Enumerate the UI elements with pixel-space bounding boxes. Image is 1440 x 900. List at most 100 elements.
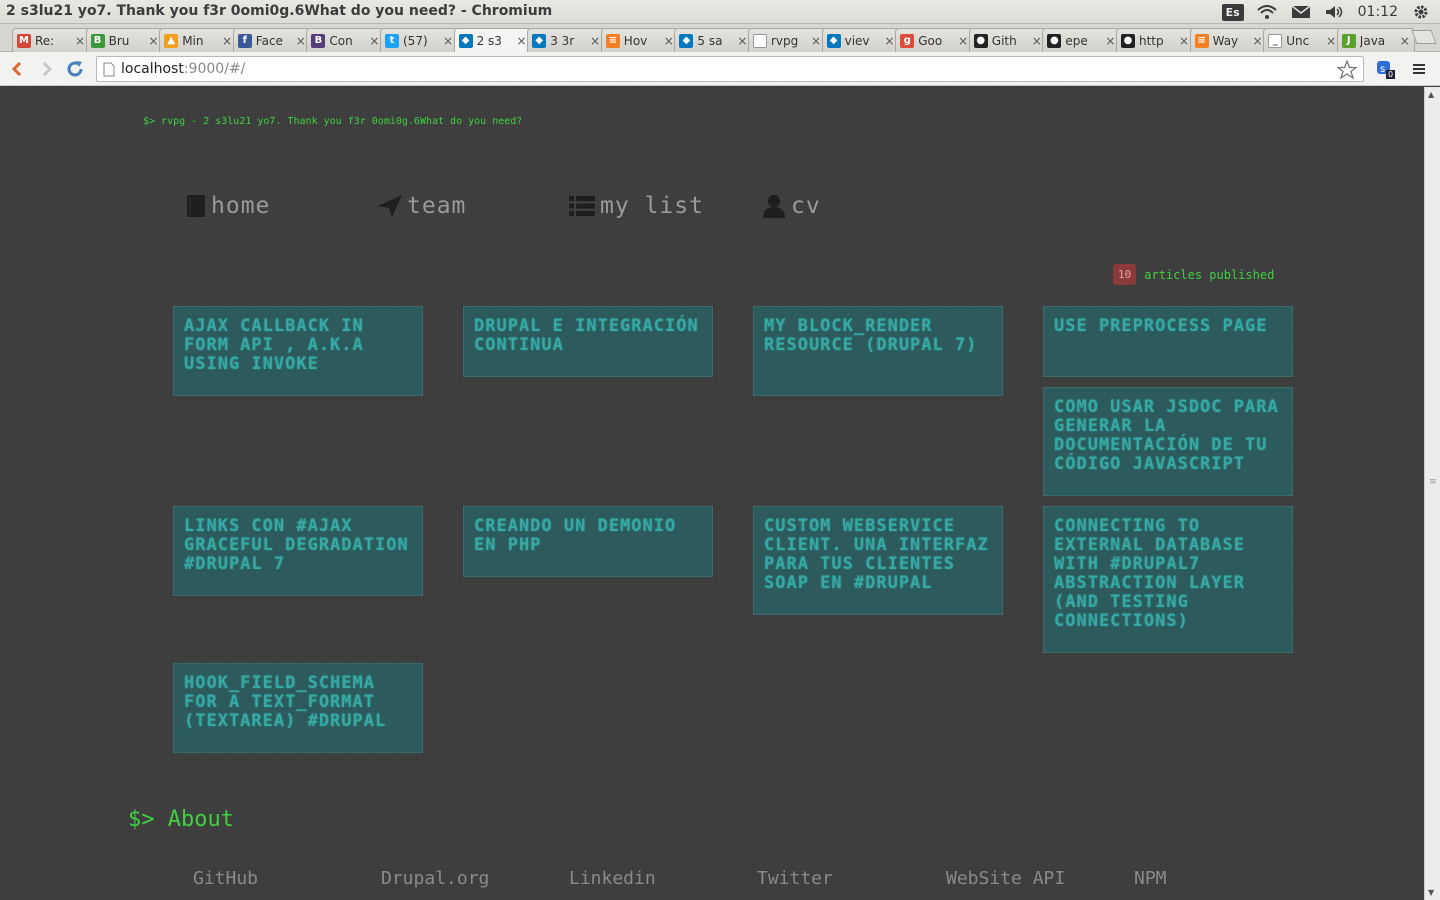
tab-strip: M Re: × B Bru × ▲ Min × f Face × B Con × t (57) × ◆ 2 s3 × ◆ 3… [0,24,1440,52]
browser-tab[interactable]: g Goo × [895,28,974,52]
article-card[interactable]: Drupal e integración continua [463,306,713,377]
browser-tab[interactable]: B Con × [306,28,385,52]
book-icon [187,195,205,217]
bookmark-star-icon[interactable] [1337,60,1357,80]
gmail-icon: M [17,33,31,48]
bootstrap-icon: B [311,33,326,48]
tab-close-icon[interactable]: × [75,34,85,48]
tab-title: epe [1065,33,1088,48]
footer-link-npm[interactable]: NPM [1134,868,1167,889]
user-icon [763,195,785,218]
tab-close-icon[interactable]: × [149,34,159,48]
browser-tab[interactable]: J Java × [1336,28,1415,52]
tab-title: Con [329,33,353,48]
url-text[interactable]: localhost:9000/#/ [121,61,245,77]
hamburger-menu-icon [1413,64,1425,74]
nav-home-link[interactable]: home [185,193,270,219]
footer-link-drupal[interactable]: Drupal.org [381,868,489,889]
tab-close-icon[interactable]: × [958,34,968,48]
tab-title: 5 sa [697,33,723,48]
browser-tab[interactable]: M Re: × [12,28,90,52]
browser-tab[interactable]: ● epe × [1042,28,1121,52]
wifi-icon[interactable] [1256,4,1278,20]
browser-tab[interactable]: t (57) × [380,28,458,52]
tab-close-icon[interactable]: × [369,34,379,48]
tab-close-icon[interactable]: × [885,34,895,48]
github-icon: ● [1047,33,1062,48]
tab-close-icon[interactable]: × [1032,34,1042,48]
article-title: Connecting to external database with #Dr… [1054,516,1245,631]
svg-text:s: s [1380,64,1385,75]
browser-tab[interactable]: ▲ Min × [159,28,238,52]
nav-my-list-link[interactable]: my list [568,193,704,219]
article-card[interactable]: Links con #ajax graceful degradation #dr… [173,506,423,596]
article-title: Custom webservice client. Una interfaz p… [764,516,989,593]
drupal-icon: ◆ [458,33,473,48]
tab-title: Unc [1286,33,1310,48]
tab-close-icon[interactable]: × [737,34,747,48]
browser-tab[interactable]: ◆ 3 3r × [527,28,606,52]
tab-close-icon[interactable]: × [664,34,674,48]
scroll-up-arrow-icon[interactable]: ▲ [1428,90,1434,99]
tab-close-icon[interactable]: × [443,34,453,48]
chrome-menu-button[interactable] [1408,58,1430,80]
reload-button[interactable] [64,58,86,80]
browser-tab[interactable]: ● Gith × [968,28,1047,52]
nav-cv-link[interactable]: cv [761,193,821,219]
forward-button[interactable] [36,58,58,80]
footer-link-website-api[interactable]: WebSite API [946,868,1065,889]
article-card[interactable]: Custom webservice client. Una interfaz p… [753,506,1003,615]
browser-tab[interactable]: ◆ 2 s3 × [453,28,532,52]
address-bar[interactable]: localhost:9000/#/ [96,56,1364,82]
tab-close-icon[interactable]: × [811,34,821,48]
github-icon: ● [1121,33,1135,48]
article-card[interactable]: My block_render resource (Drupal 7) [753,306,1003,396]
tab-close-icon[interactable]: × [1105,34,1115,48]
tab-close-icon[interactable]: × [1253,34,1263,48]
scroll-grip-icon[interactable]: ≡ [1429,477,1437,487]
footer-link-github[interactable]: GitHub [193,868,258,889]
article-card[interactable]: Creando un demonio en PHP [463,506,713,577]
settings-gear-icon[interactable] [1410,4,1432,20]
extension-button[interactable]: s 0 [1374,58,1396,80]
article-card[interactable]: Ajax callback in Form API , a.k.a using … [173,306,423,396]
article-card[interactable]: Connecting to external database with #Dr… [1043,506,1293,653]
article-card[interactable]: Use preprocess page [1043,306,1293,377]
browser-tab[interactable]: f Face × [232,28,311,52]
footer-link-twitter[interactable]: Twitter [757,868,833,889]
article-title: My block_render resource (Drupal 7) [764,316,978,355]
drupal-icon: ◆ [826,33,841,48]
volume-icon[interactable] [1324,4,1346,20]
article-title: Links con #ajax graceful degradation #dr… [184,516,409,574]
tab-close-icon[interactable]: × [1400,34,1410,48]
keyboard-layout-indicator[interactable]: Es [1221,3,1244,21]
article-title: Como usar JSDoc para generar la document… [1054,397,1279,474]
back-arrow-icon [11,61,22,77]
scroll-down-arrow-icon[interactable]: ▼ [1428,888,1434,897]
browser-tab[interactable]: _ Unc × [1263,28,1342,52]
article-title: Drupal e integración continua [474,316,699,355]
tab-close-icon[interactable]: × [222,34,232,48]
mail-icon[interactable] [1290,4,1312,20]
browser-tab[interactable]: rvpg × [748,28,826,52]
footer-link-linkedin[interactable]: Linkedin [569,868,656,889]
browser-tab[interactable]: ≡ Hov × [600,28,679,52]
tab-close-icon[interactable]: × [1326,34,1336,48]
browser-tab[interactable]: ◆ 5 sa × [674,28,753,52]
tab-close-icon[interactable]: × [590,34,600,48]
tab-close-icon[interactable]: × [517,34,527,48]
vertical-scrollbar[interactable]: ▲ ≡ ▼ [1424,87,1440,900]
back-button[interactable] [6,58,28,80]
article-card[interactable]: Hook_field_schema for a text_format (tex… [173,663,423,753]
clock[interactable]: 01:12 [1358,4,1398,20]
nav-team-link[interactable]: team [377,193,466,219]
browser-tab[interactable]: ◆ viev × [821,28,900,52]
drupal-icon: ◆ [532,33,547,48]
browser-toolbar: localhost:9000/#/ s 0 [0,52,1440,86]
browser-tab[interactable]: B Bru × [85,28,164,52]
browser-tab[interactable]: ● http × [1116,28,1194,52]
tab-close-icon[interactable]: × [296,34,306,48]
article-card[interactable]: Como usar JSDoc para generar la document… [1043,387,1293,496]
browser-tab[interactable]: ≡ Way × [1189,28,1268,52]
tab-close-icon[interactable]: × [1179,34,1189,48]
